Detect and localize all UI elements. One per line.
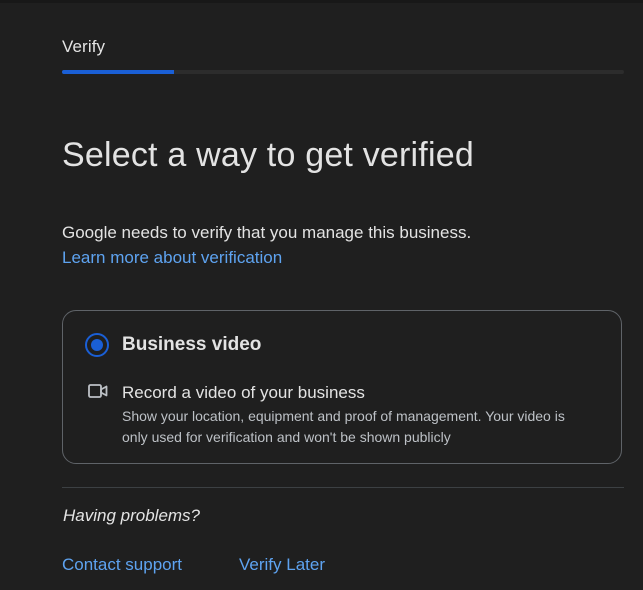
- option-detail-description: Show your location, equipment and proof …: [122, 408, 565, 445]
- option-detail-title: Record a video of your business: [122, 383, 365, 402]
- progress-bar: [62, 70, 624, 74]
- option-title: Business video: [122, 334, 262, 355]
- step-label: Verify: [62, 37, 106, 56]
- verify-later-link[interactable]: Verify Later: [239, 555, 325, 575]
- intro-text: Google needs to verify that you manage t…: [62, 223, 472, 242]
- having-problems-text: Having problems?: [63, 506, 201, 525]
- progress-fill: [62, 70, 175, 74]
- radio-button[interactable]: [85, 333, 109, 357]
- top-edge: [0, 0, 643, 3]
- business-video-option[interactable]: Business video Record a video of your bu…: [62, 310, 622, 464]
- divider: [62, 487, 624, 488]
- video-camera-icon: [88, 384, 108, 398]
- learn-more-link[interactable]: Learn more about verification: [62, 248, 282, 268]
- page-title: Select a way to get verified: [62, 136, 474, 174]
- radio-selected-dot: [91, 339, 103, 351]
- contact-support-link[interactable]: Contact support: [62, 555, 182, 575]
